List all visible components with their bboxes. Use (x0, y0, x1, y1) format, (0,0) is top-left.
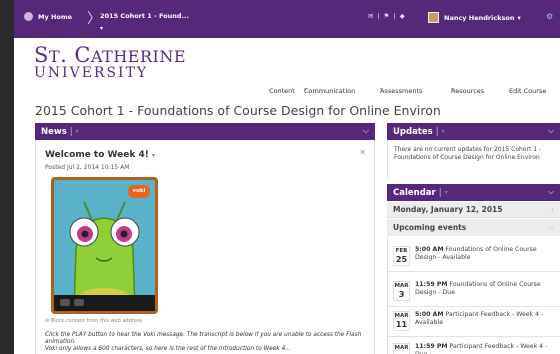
my-home-label: My Home (38, 12, 73, 21)
event-date-badge: MAR (393, 343, 410, 354)
calendar-event[interactable]: MAR 11:59 PM Participant Feedback - Week… (387, 334, 560, 354)
university-logo-subtitle: UNIVERSITY (34, 65, 149, 81)
dismiss-close-icon[interactable]: ✕ (359, 148, 366, 157)
news-posted-date: Posted Jul 2, 2014 10:15 AM (45, 164, 130, 171)
course-selector-label: 2015 Cohort 1 - Found... (100, 12, 189, 20)
snail-character-image (69, 201, 140, 311)
widget-menu-icon[interactable]: ▿ (76, 128, 79, 135)
upcoming-events-toggle[interactable]: Upcoming events ⌵ (387, 219, 560, 236)
calendar-current-date[interactable]: Monday, January 12, 2015 › (387, 202, 560, 218)
chevron-down-icon: ▾ (380, 87, 383, 93)
course-selector-caret-icon[interactable]: ▾ (100, 25, 103, 32)
news-widget-header: News | ▿ ⌵ (35, 123, 375, 140)
event-text: 5:00 AM Participant Feedback - Week 4 - … (415, 311, 544, 326)
calendar-event[interactable]: FEB 25 5:00 AM Foundations of Online Cou… (387, 237, 560, 272)
widget-menu-icon[interactable]: ▿ (445, 189, 448, 196)
update-alerts-icon[interactable]: ◆ (400, 12, 405, 20)
updates-widget-header: Updates | ▿ ⌵ (387, 123, 560, 140)
news-widget-title: News (41, 126, 67, 137)
chevron-down-icon: ▾ (304, 87, 307, 93)
event-text: 5:00 AM Foundations of Online Course Des… (415, 246, 537, 261)
user-name: Nancy Hendrickson (444, 13, 515, 22)
widget-menu-icon[interactable]: ▿ (442, 128, 445, 135)
event-date-badge: FEB 25 (393, 246, 410, 266)
chevron-right-icon: › (551, 205, 554, 214)
voki-logo: voki (128, 185, 150, 198)
voki-player-controls (54, 295, 155, 311)
d2l-page: My Home 〉 2015 Cohort 1 - Found... ▾ ✉ |… (14, 0, 560, 354)
subscription-alerts-icon[interactable]: ⚑ (384, 12, 390, 20)
updates-widget-body: There are no current updates for 2015 Co… (387, 140, 560, 180)
chevron-down-icon: ▾ (451, 87, 454, 93)
event-text: 11:59 PM Participant Feedback - Week 4 -… (415, 343, 548, 354)
voki-flash-player[interactable]: voki (51, 177, 158, 314)
play-button[interactable] (60, 299, 70, 306)
news-item-menu-icon[interactable]: ▾ (152, 152, 155, 159)
news-widget-body: Welcome to Week 4! ▾ ✕ Posted Jul 2, 2014… (35, 140, 375, 354)
collapse-chevron-icon[interactable]: ⌵ (363, 126, 369, 136)
page-title: 2015 Cohort 1 - Foundations of Course De… (35, 103, 441, 118)
calendar-event[interactable]: MAR 11 5:00 AM Participant Feedback - We… (387, 302, 560, 337)
my-home-link[interactable]: My Home (24, 12, 72, 21)
volume-button[interactable] (74, 299, 84, 306)
collapse-chevron-icon[interactable]: ⌵ (548, 126, 554, 136)
user-menu[interactable]: Nancy Hendrickson ▾ (428, 12, 521, 23)
calendar-widget-title: Calendar (393, 187, 436, 198)
course-selector[interactable]: 2015 Cohort 1 - Found... (100, 12, 189, 20)
event-date-badge: MAR 3 (393, 281, 410, 301)
updates-widget-title: Updates (393, 126, 433, 137)
collapse-chevron-icon[interactable]: ⌵ (548, 187, 554, 197)
chevron-down-icon: ⌵ (548, 222, 554, 231)
user-menu-caret-icon: ▾ (517, 13, 521, 22)
calendar-widget-header: Calendar | ▿ ⌵ (387, 184, 560, 201)
event-date-badge: MAR 11 (393, 311, 410, 331)
block-content-link[interactable]: ⊘ Block content from this web address (45, 318, 142, 324)
news-item-body: Click the PLAY button to hear the Voki m… (45, 332, 362, 352)
message-alerts-icon[interactable]: ✉ (368, 12, 373, 20)
home-icon (24, 12, 33, 21)
event-text: 11:59 PM Foundations of Online Course De… (415, 281, 541, 296)
breadcrumb-separator: 〉 (87, 11, 101, 27)
settings-gear-icon[interactable]: ⚙ (546, 12, 553, 21)
minibar: My Home 〉 2015 Cohort 1 - Found... ▾ ✉ |… (14, 0, 560, 38)
news-item-title: Welcome to Week 4! ▾ (45, 150, 155, 160)
university-logo[interactable]: ST. CATHERINE (34, 43, 186, 67)
notification-icons: ✉ | ⚑ | ◆ (368, 12, 405, 20)
course-navbar: Content Communication ▾ Assessments ▾ Re… (269, 87, 547, 95)
avatar (428, 12, 439, 23)
